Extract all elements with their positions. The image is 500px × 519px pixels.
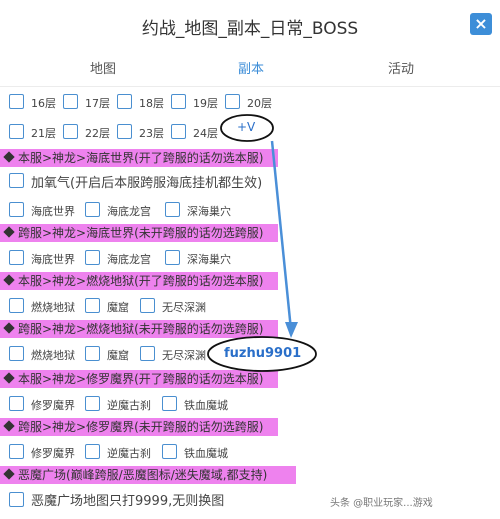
cross-undersea-palace-label: 海底龙宫 [107,253,151,266]
undersea-world-checkbox[interactable] [9,202,24,217]
section-heading-1: 本服>神龙>海底世界(开了跨服的话勿选本服) [0,149,278,167]
undersea-palace-label: 海底龙宫 [107,205,151,218]
cross-undersea-palace-checkbox[interactable] [85,250,100,265]
endless-abyss-checkbox[interactable] [140,298,155,313]
floor-16-checkbox[interactable] [9,94,24,109]
diamond-icon [3,151,15,163]
annotation-plus-v: +V [237,120,256,134]
floor-21-checkbox[interactable] [9,124,24,139]
floor-17-label: 17层 [85,97,110,110]
close-button[interactable]: × [470,13,492,35]
iron-blood-city-label: 铁血魔城 [184,399,228,412]
undersea-world-label: 海底世界 [31,205,75,218]
section-heading-text: 跨服>神龙>修罗魔界(未开跨服的话勿选跨服) [18,420,264,434]
cross-demon-cave-checkbox[interactable] [85,346,100,361]
endless-abyss-label: 无尽深渊 [162,301,206,314]
floor-24-label: 24层 [193,127,218,140]
cross-iron-blood-city-label: 铁血魔城 [184,447,228,460]
floor-19-label: 19层 [193,97,218,110]
demon-cave-label: 魔窟 [107,301,129,314]
section-heading-text: 本服>神龙>海底世界(开了跨服的话勿选本服) [18,151,264,165]
cross-undersea-world-label: 海底世界 [31,253,75,266]
diamond-icon [3,372,15,384]
tab-divider [0,86,500,87]
cross-reverse-temple-checkbox[interactable] [85,444,100,459]
diamond-icon [3,468,15,480]
cross-burning-hell-checkbox[interactable] [9,346,24,361]
floor-20-label: 20层 [247,97,272,110]
demon-cave-checkbox[interactable] [85,298,100,313]
burning-hell-checkbox[interactable] [9,298,24,313]
watermark: 头条 @职业玩家...游戏 [330,498,433,509]
section-heading-6: 跨服>神龙>修罗魔界(未开跨服的话勿选跨服) [0,418,278,436]
cross-undersea-world-checkbox[interactable] [9,250,24,265]
section-heading-text: 本服>神龙>燃烧地狱(开了跨服的话勿选本服) [18,274,264,288]
floor-22-checkbox[interactable] [63,124,78,139]
burning-hell-label: 燃烧地狱 [31,301,75,314]
deep-sea-nest-label: 深海巢穴 [187,205,231,218]
section-heading-text: 跨服>神龙>海底世界(未开跨服的话勿选跨服) [18,226,264,240]
reverse-temple-checkbox[interactable] [85,396,100,411]
diamond-icon [3,274,15,286]
deep-sea-nest-checkbox[interactable] [165,202,180,217]
floor-21-label: 21层 [31,127,56,140]
cross-iron-blood-city-checkbox[interactable] [162,444,177,459]
cross-reverse-temple-label: 逆魔古刹 [107,447,151,460]
section-heading-5: 本服>神龙>修罗魔界(开了跨服的话勿选本服) [0,370,278,388]
floor-23-checkbox[interactable] [117,124,132,139]
diamond-icon [3,420,15,432]
demon-square-checkbox[interactable] [9,492,24,507]
tab-map[interactable]: 地图 [90,58,116,77]
reverse-temple-label: 逆魔古刹 [107,399,151,412]
oxygen-checkbox[interactable] [9,173,24,188]
floor-18-label: 18层 [139,97,164,110]
floor-22-label: 22层 [85,127,110,140]
cross-deep-sea-nest-checkbox[interactable] [165,250,180,265]
floor-19-checkbox[interactable] [171,94,186,109]
cross-shura-realm-checkbox[interactable] [9,444,24,459]
dialog-titlebar: 约战_地图_副本_日常_BOSS × [0,0,500,50]
cross-endless-abyss-checkbox[interactable] [140,346,155,361]
shura-realm-label: 修罗魔界 [31,399,75,412]
cross-deep-sea-nest-label: 深海巢穴 [187,253,231,266]
floor-17-checkbox[interactable] [63,94,78,109]
annotation-id-text: fuzhu9901 [224,346,302,361]
annotation-arrow-head [285,322,298,338]
undersea-palace-checkbox[interactable] [85,202,100,217]
floor-23-label: 23层 [139,127,164,140]
diamond-icon [3,226,15,238]
shura-realm-checkbox[interactable] [9,396,24,411]
cross-burning-hell-label: 燃烧地狱 [31,349,75,362]
floor-20-checkbox[interactable] [225,94,240,109]
tab-dungeon[interactable]: 副本 [238,58,264,77]
iron-blood-city-checkbox[interactable] [162,396,177,411]
cross-endless-abyss-label: 无尽深渊 [162,349,206,362]
section-heading-4: 跨服>神龙>燃烧地狱(未开跨服的话勿选跨服) [0,320,278,338]
diamond-icon [3,322,15,334]
floor-24-checkbox[interactable] [171,124,186,139]
section-heading-text: 恶魔广场(巅峰跨服/恶魔图标/迷失魔域,都支持) [18,468,268,482]
tab-bar: 地图 副本 活动 [0,58,500,84]
section-heading-2: 跨服>神龙>海底世界(未开跨服的话勿选跨服) [0,224,278,242]
section-heading-7: 恶魔广场(巅峰跨服/恶魔图标/迷失魔域,都支持) [0,466,296,484]
tab-activity[interactable]: 活动 [388,58,414,77]
section-heading-text: 本服>神龙>修罗魔界(开了跨服的话勿选本服) [18,372,264,386]
section-heading-3: 本服>神龙>燃烧地狱(开了跨服的话勿选本服) [0,272,278,290]
cross-demon-cave-label: 魔窟 [107,349,129,362]
dialog-title: 约战_地图_副本_日常_BOSS [141,19,359,39]
demon-square-label: 恶魔广场地图只打9999,无则换图 [31,494,225,509]
oxygen-label: 加氧气(开启后本服跨服海底挂机都生效) [31,176,263,191]
section-heading-text: 跨服>神龙>燃烧地狱(未开跨服的话勿选跨服) [18,322,264,336]
floor-18-checkbox[interactable] [117,94,132,109]
floor-16-label: 16层 [31,97,56,110]
cross-shura-realm-label: 修罗魔界 [31,447,75,460]
